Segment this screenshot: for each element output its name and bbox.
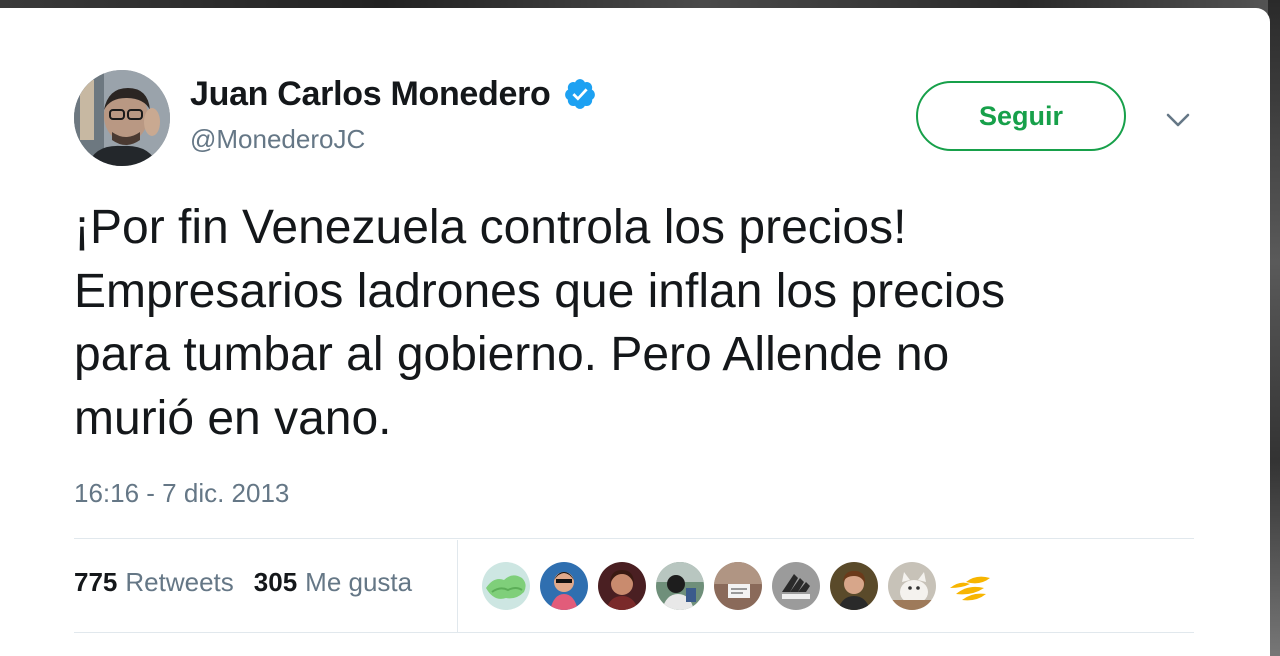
author-name-row: Juan Carlos Monedero (190, 74, 597, 114)
logo-avatar-icon (772, 562, 820, 610)
retweets-count: 775 (74, 567, 118, 597)
liker-avatar[interactable] (540, 562, 588, 610)
person-avatar-icon (540, 562, 588, 610)
divider (74, 632, 1194, 633)
likers-avatars (482, 562, 994, 610)
liker-avatar[interactable] (888, 562, 936, 610)
tweet-text: ¡Por fin Venezuela controla los precios!… (74, 201, 1006, 445)
person-avatar-icon (656, 562, 704, 610)
liker-avatar[interactable] (656, 562, 704, 610)
person-avatar-icon (598, 562, 646, 610)
retweets-label: Retweets (125, 567, 234, 597)
liker-avatar[interactable] (946, 562, 994, 610)
liker-avatar[interactable] (482, 562, 530, 610)
chevron-down-icon[interactable] (1164, 106, 1192, 134)
likes-count: 305 (253, 567, 298, 597)
liker-avatar[interactable] (830, 562, 878, 610)
follow-button[interactable]: Seguir (916, 81, 1126, 151)
map-avatar-icon (482, 562, 530, 610)
tweet-timestamp[interactable]: 16:16 - 7 dic. 2013 (74, 478, 289, 509)
user-avatar-photo-icon (74, 70, 170, 166)
verified-badge-icon (563, 77, 597, 111)
likes-label: Me gusta (305, 567, 413, 597)
author-handle[interactable]: @MonederoJC (190, 124, 365, 155)
stats-separator (457, 540, 458, 632)
liker-avatar[interactable] (598, 562, 646, 610)
likes-stat[interactable]: 305 Me gusta (254, 567, 412, 598)
retweets-stat[interactable]: 775 Retweets (74, 567, 234, 598)
liker-avatar[interactable] (714, 562, 762, 610)
tweet-stats: 775 Retweets 305 Me gusta (74, 567, 412, 598)
divider (74, 538, 1194, 539)
bird-logo-avatar-icon (946, 562, 994, 610)
person-avatar-icon (830, 562, 878, 610)
author-avatar[interactable] (74, 70, 170, 166)
cat-avatar-icon (888, 562, 936, 610)
author-display-name[interactable]: Juan Carlos Monedero (190, 75, 551, 114)
sign-avatar-icon (714, 562, 762, 610)
liker-avatar[interactable] (772, 562, 820, 610)
